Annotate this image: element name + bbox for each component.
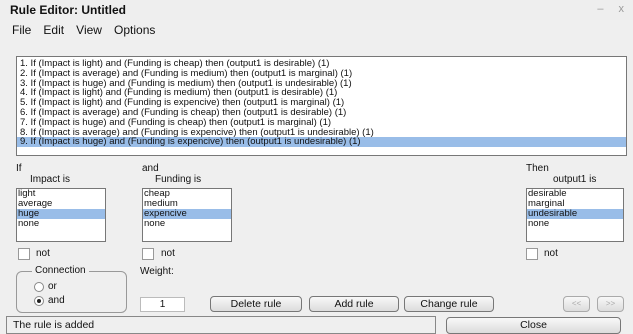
window-title: Rule Editor: Untitled [10,3,126,17]
input2-listbox[interactable]: cheap medium expencive none [142,188,232,242]
then-not-label: not [544,248,558,259]
then-not-checkbox[interactable] [526,248,538,260]
connection-label: Connection [32,265,89,276]
window-controls[interactable]: – x [597,3,630,15]
weight-label: Weight: [140,266,174,277]
output1-listbox[interactable]: desirable marginal undesirable none [526,188,624,242]
weight-input[interactable]: 1 [140,297,185,312]
add-rule-button[interactable]: Add rule [309,296,399,312]
connection-and-label: and [48,295,65,306]
connection-or-radio[interactable] [34,282,44,292]
and-not-checkbox[interactable] [142,248,154,260]
menu-file[interactable]: File [12,23,31,37]
rules-list[interactable]: 1. If (Impact is light) and (Funding is … [16,56,627,156]
connection-group [16,271,127,313]
menu-bar: File Edit View Options [0,20,633,40]
menu-view[interactable]: View [76,23,102,37]
title-bar: Rule Editor: Untitled – x [0,0,633,20]
output1-label: output1 is [553,174,597,185]
connection-or-label: or [48,281,57,292]
connection-and-radio[interactable] [34,296,44,306]
prev-rule-button[interactable]: << [563,296,590,312]
input2-option[interactable]: none [143,219,231,229]
then-prefix-label: Then [526,163,549,174]
menu-edit[interactable]: Edit [43,23,64,37]
rule-item[interactable]: 9. If (Impact is huge) and (Funding is e… [17,137,626,148]
delete-rule-button[interactable]: Delete rule [210,296,302,312]
next-rule-button[interactable]: >> [597,296,624,312]
output1-option[interactable]: none [527,219,623,229]
input1-label: Impact is [30,174,71,185]
if-not-checkbox[interactable] [18,248,30,260]
input1-option[interactable]: none [17,219,105,229]
input2-label: Funding is [155,174,202,185]
and-not-label: not [161,248,175,259]
if-not-label: not [36,248,50,259]
menu-options[interactable]: Options [114,23,155,37]
close-button[interactable]: Close [446,317,621,334]
if-prefix-label: If [16,163,22,174]
change-rule-button[interactable]: Change rule [404,296,494,312]
and-prefix-label: and [142,163,159,174]
status-bar: The rule is added [6,316,436,334]
input1-listbox[interactable]: light average huge none [16,188,106,242]
